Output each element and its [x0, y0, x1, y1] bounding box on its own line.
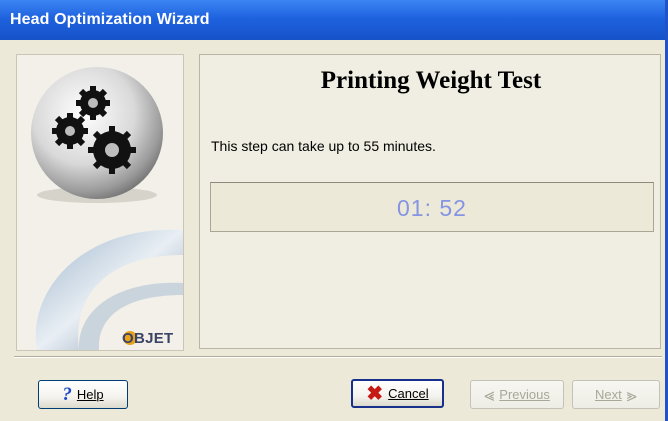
step-title: Printing Weight Test: [320, 67, 542, 94]
wizard-side-panel: OBJET: [16, 54, 184, 351]
red-x-icon: ✖: [366, 382, 384, 405]
previous-button-label: Previous: [499, 387, 550, 402]
side-panel-art: [31, 67, 183, 350]
next-arrow-icon: ⪢: [626, 384, 637, 405]
cancel-button[interactable]: ✖ Cancel: [351, 379, 444, 408]
title-bar[interactable]: Head Optimization Wizard: [0, 0, 665, 40]
footer-separator: [14, 356, 662, 358]
help-button[interactable]: ? Help: [38, 380, 128, 409]
previous-arrow-icon: ⪡: [484, 384, 495, 405]
help-button-label: Help: [76, 387, 104, 402]
cancel-button-label: Cancel: [388, 386, 429, 401]
elapsed-timer: 01: 52: [397, 195, 467, 221]
question-mark-icon: ?: [62, 384, 72, 405]
next-button-label: Next: [595, 387, 622, 402]
previous-button[interactable]: ⪡ Previous: [470, 380, 564, 409]
wizard-window: Head Optimization Wizard OBJET Printing …: [0, 0, 668, 421]
next-button[interactable]: Next ⪢: [572, 380, 660, 409]
window-title: Head Optimization Wizard: [10, 11, 210, 28]
objet-logo: OBJET: [122, 330, 174, 347]
wizard-main-panel: Printing Weight Test This step can take …: [199, 54, 661, 349]
step-description: This step can take up to 55 minutes.: [211, 138, 436, 154]
timer-box: 01: 52: [210, 182, 654, 232]
